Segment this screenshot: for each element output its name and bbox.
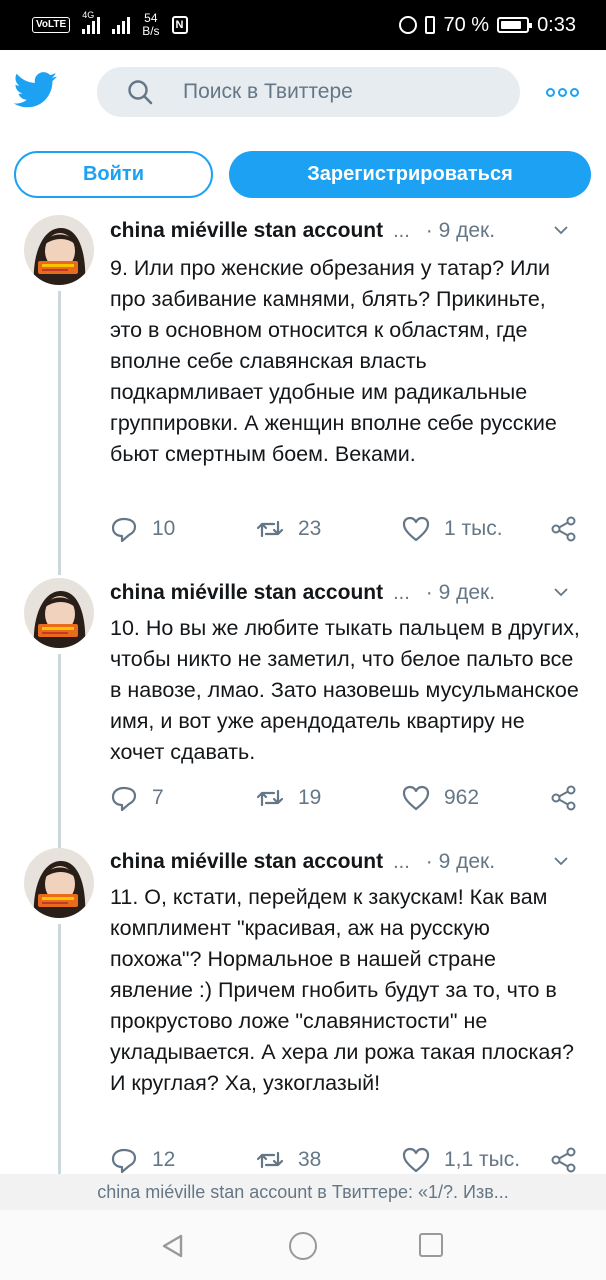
tweet[interactable]: china miéville stan account ... · 9 дек.… xyxy=(0,575,606,840)
android-nav-bar xyxy=(0,1210,606,1280)
heart-icon xyxy=(402,516,430,542)
chevron-down-icon[interactable] xyxy=(554,854,568,868)
retweet-icon xyxy=(256,789,284,807)
volte-badge: VoLTE xyxy=(32,17,71,33)
thread-line xyxy=(58,924,61,1174)
reply-button[interactable]: 10 xyxy=(110,512,175,546)
share-button[interactable] xyxy=(550,512,578,546)
recent-apps-icon[interactable] xyxy=(419,1233,443,1257)
retweet-count: 19 xyxy=(298,786,322,809)
tweet[interactable]: china miéville stan account ... · 9 дек.… xyxy=(0,840,606,1174)
share-button[interactable] xyxy=(550,1143,578,1177)
reply-icon xyxy=(111,1148,137,1174)
retweet-button[interactable]: 19 xyxy=(256,781,321,815)
retweet-count: 38 xyxy=(298,1148,322,1171)
vibrate-icon xyxy=(425,16,436,34)
like-count: 1,1 тыс. xyxy=(444,1148,521,1171)
retweet-button[interactable]: 38 xyxy=(256,1143,321,1177)
share-button[interactable] xyxy=(550,781,578,815)
home-icon[interactable] xyxy=(289,1232,317,1260)
battery-percent: 70 % xyxy=(443,13,490,36)
network-speed: 54 B/s xyxy=(142,12,159,38)
tweet-actions: 7 19 962 xyxy=(110,781,590,815)
reply-button[interactable]: 7 xyxy=(110,781,164,815)
tweet[interactable]: china miéville stan account ... · 9 дек.… xyxy=(0,215,606,575)
reply-count: 7 xyxy=(152,786,164,809)
nfc-icon: N xyxy=(171,16,188,34)
signup-button[interactable]: Зарегистрироваться xyxy=(229,151,591,198)
cell-signal-2-icon xyxy=(112,16,131,34)
author-handle-truncated: ... xyxy=(393,850,410,873)
search-icon xyxy=(128,80,153,105)
thread-line xyxy=(58,654,61,840)
share-icon xyxy=(551,1147,576,1173)
chevron-down-icon[interactable] xyxy=(554,585,568,599)
network-speed-unit: B/s xyxy=(142,24,160,38)
status-bar-left: VoLTE 4G 54 B/s N xyxy=(32,10,188,40)
tweet-actions: 10 23 1 тыс. xyxy=(110,512,590,546)
tweet-date[interactable]: · 9 дек. xyxy=(426,581,495,605)
like-count: 962 xyxy=(444,786,480,809)
tweet-text: 9. Или про женские обрезания у татар? Ил… xyxy=(110,256,557,466)
share-icon xyxy=(551,516,576,542)
tweet-actions: 12 38 1,1 тыс. xyxy=(110,1143,590,1177)
avatar[interactable] xyxy=(24,848,94,918)
reply-count: 10 xyxy=(152,517,176,540)
network-speed-value: 54 xyxy=(144,11,158,25)
like-button[interactable]: 1,1 тыс. xyxy=(402,1143,520,1177)
page-title: china miéville stan account в Твиттере: … xyxy=(0,1174,606,1210)
battery-icon xyxy=(497,17,533,33)
clock: 0:33 xyxy=(537,13,576,36)
tweet-header: china miéville stan account ... · 9 дек. xyxy=(110,846,580,878)
reply-count: 12 xyxy=(152,1148,176,1171)
retweet-button[interactable]: 23 xyxy=(256,512,321,546)
chevron-down-icon[interactable] xyxy=(554,223,568,237)
author-handle-truncated: ... xyxy=(393,219,410,242)
cell-signal-icon: 4G xyxy=(82,10,101,34)
back-icon[interactable] xyxy=(160,1233,186,1259)
retweet-count: 23 xyxy=(298,517,322,540)
network-type-label: 4G xyxy=(82,10,95,20)
heart-icon xyxy=(402,785,430,811)
search-box[interactable] xyxy=(97,67,520,117)
author-name[interactable]: china miéville stan account xyxy=(110,219,383,243)
avatar[interactable] xyxy=(24,578,94,648)
heart-icon xyxy=(402,1147,430,1173)
tweet-text: 10. Но вы же любите тыкать пальцем в дру… xyxy=(110,616,580,764)
tweet-header: china miéville stan account ... · 9 дек. xyxy=(110,215,580,247)
like-count: 1 тыс. xyxy=(444,517,503,540)
twitter-header: Войти Зарегистрироваться xyxy=(0,50,606,215)
more-options-icon[interactable] xyxy=(546,80,582,104)
author-name[interactable]: china miéville stan account xyxy=(110,581,383,605)
retweet-icon xyxy=(256,520,284,538)
tweet-date[interactable]: · 9 дек. xyxy=(426,219,495,243)
like-button[interactable]: 1 тыс. xyxy=(402,512,503,546)
reply-button[interactable]: 12 xyxy=(110,1143,175,1177)
search-input[interactable] xyxy=(183,67,503,117)
reply-icon xyxy=(111,517,137,543)
tweet-header: china miéville stan account ... · 9 дек. xyxy=(110,577,580,609)
alarm-icon xyxy=(399,16,418,34)
author-handle-truncated: ... xyxy=(393,581,410,604)
thread-line xyxy=(58,291,61,575)
status-bar: VoLTE 4G 54 B/s N 70 % 0:33 xyxy=(0,0,606,50)
author-name[interactable]: china miéville stan account xyxy=(110,850,383,874)
status-bar-right: 70 % 0:33 xyxy=(399,10,576,40)
tweet-text: 11. О, кстати, перейдем к закускам! Как … xyxy=(110,885,574,1095)
tweet-date[interactable]: · 9 дек. xyxy=(426,850,495,874)
twitter-bird-icon[interactable] xyxy=(14,72,58,108)
reply-icon xyxy=(111,786,137,812)
avatar[interactable] xyxy=(24,215,94,285)
retweet-icon xyxy=(256,1151,284,1169)
login-button[interactable]: Войти xyxy=(14,151,213,198)
share-icon xyxy=(551,785,576,811)
like-button[interactable]: 962 xyxy=(402,781,479,815)
